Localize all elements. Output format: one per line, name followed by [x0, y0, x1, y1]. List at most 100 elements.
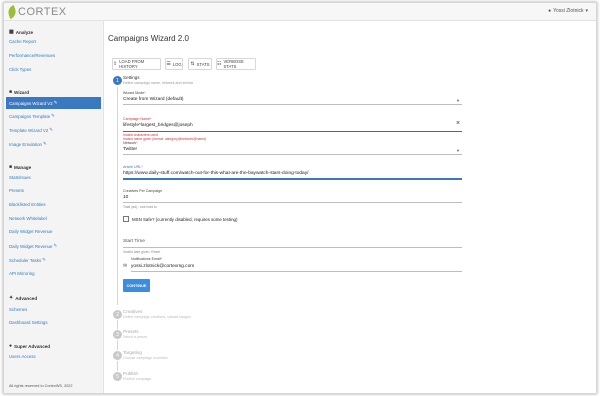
cortex-leaf-icon — [6, 4, 18, 20]
network-select[interactable]: Twitter — [123, 147, 137, 152]
chevron-down-icon: ▾ — [585, 8, 588, 14]
campaign-name-label: Campaign Name* — [123, 117, 152, 121]
article-url-input[interactable]: https://www.daily-stuff.com/watch-out-fo… — [123, 171, 308, 176]
sidebar-item-users-access[interactable]: Users Access — [9, 354, 36, 359]
sidebar-section-analyze: ▩ Analyze — [9, 29, 34, 35]
article-url-underline — [123, 178, 462, 180]
campaign-name-underline — [123, 131, 462, 132]
step-3-indicator[interactable]: 3 — [113, 330, 122, 339]
sidebar-item-schemes[interactable]: Schemes — [9, 307, 27, 312]
user-menu[interactable]: ● Yossi Zlotnick ▾ — [548, 8, 588, 14]
user-name: Yossi Zlotnick — [553, 8, 584, 14]
wizard-mode-select[interactable]: Create from Wizard (default) — [123, 97, 184, 102]
sidebar-item-image-emulation[interactable]: Image Emulation ✎ — [9, 141, 47, 147]
continue-button[interactable]: CONTINUE — [123, 279, 150, 292]
sidebar-item-campaigns-template[interactable]: Campaigns Template ✎ — [9, 113, 55, 119]
sidebar-item-api-mirroring[interactable]: API Mirroring — [9, 271, 35, 276]
sidebar-item-campaigns-wizard-v2[interactable]: Campaigns Wizard V2 ✎ — [6, 97, 101, 109]
chevron-down-icon[interactable]: ▼ — [456, 148, 460, 153]
sidebar-item-presets[interactable]: Presets — [9, 188, 24, 193]
step-5-title: Publish — [123, 371, 139, 376]
page-title: Campaigns Wizard 2.0 — [108, 34, 189, 43]
step-2-indicator[interactable]: 2 — [113, 310, 122, 319]
wizard-mode-label: Wizard Mode* — [123, 91, 146, 95]
wizard-mode-underline — [123, 104, 462, 105]
top-bar: CORTEX ● Yossi Zlotnick ▾ — [4, 3, 596, 21]
sidebar-item-blacklisted-entities[interactable]: Blacklisted Entities — [9, 202, 46, 207]
step-3-subtitle: Select a preset — [123, 335, 147, 339]
pencil-icon: ✎ — [49, 127, 54, 132]
briefcase-icon: ■ — [9, 164, 13, 170]
pencil-icon: ✎ — [42, 141, 47, 146]
chart-icon: ▩ — [9, 29, 14, 35]
sidebar-item-cache-report[interactable]: Cache Report — [9, 39, 36, 44]
step-2-subtitle: Define campaign creatives, upload images — [123, 315, 191, 319]
sidebar-section-manage: ■ Manage — [9, 164, 32, 170]
person-icon: ● — [9, 343, 13, 349]
upload-icon: ⇪ — [113, 61, 118, 67]
sidebar-item-click-types[interactable]: Click Types — [9, 67, 31, 72]
pencil-icon: ✎ — [53, 243, 58, 248]
sidebar-item-dashboard-settings[interactable]: Dashboard Settings — [9, 320, 48, 325]
notifications-email-label: Notifications Email* — [131, 257, 162, 261]
logo[interactable]: CORTEX — [6, 4, 67, 20]
creatives-per-campaign-input[interactable]: 10 — [123, 195, 128, 200]
creatives-underline — [123, 202, 462, 203]
wrench-icon: ✦ — [9, 295, 14, 301]
step-1-subtitle: Define campaign name, network and simila… — [123, 81, 193, 85]
stats-icon: ⇅ — [190, 61, 195, 67]
step-5-indicator[interactable]: 5 — [113, 372, 122, 381]
sidebar-item-daily-widget-revenue-edit[interactable]: Daily Widget Revenue ✎ — [9, 243, 57, 249]
sidebar-item-performance-revenues[interactable]: Performance/Revenues — [9, 53, 55, 58]
step-3-title: Presets — [123, 329, 139, 334]
start-time-input[interactable]: Start Time — [123, 239, 145, 244]
step-connector — [117, 361, 118, 371]
network-underline — [123, 154, 462, 155]
step-1-indicator[interactable]: 1 — [113, 76, 122, 85]
chevron-down-icon[interactable]: ▼ — [456, 98, 460, 103]
step-connector — [117, 340, 118, 350]
sidebar-item-template-wizard-v2[interactable]: Template Wizard V2 ✎ — [9, 127, 53, 133]
stats-button[interactable]: ⇅ STATS — [188, 58, 212, 70]
log-button[interactable]: ☰ LOG — [165, 58, 183, 70]
person-icon: ● — [548, 8, 552, 14]
load-from-history-button[interactable]: ⇪ LOAD FROM HISTORY — [112, 58, 161, 70]
sidebar-item-daily-widget-revenue[interactable]: Daily Widget Revenue — [9, 229, 52, 234]
clear-icon[interactable]: × — [456, 120, 460, 127]
wizard-icon: ■ — [9, 89, 13, 95]
step-4-title: Targeting — [123, 350, 142, 355]
start-time-help: Invalid date given. Reset — [123, 250, 161, 254]
step-4-subtitle: Choose campaign countries — [123, 356, 168, 360]
notifications-email-underline — [131, 271, 462, 272]
step-1-title: Settings — [123, 75, 140, 80]
sidebar-section-super-advanced: ● Super Advanced — [9, 343, 51, 349]
sidebar-item-stats-isues[interactable]: Stats/Isues — [9, 175, 31, 180]
app-window: CORTEX ● Yossi Zlotnick ▾ ▩ Analyze Cach… — [3, 2, 597, 394]
step-2-title: Creatives — [123, 309, 143, 314]
notifications-email-input[interactable]: yossi.zlotnick@cortexmg.com — [131, 264, 194, 269]
pencil-icon: ✎ — [42, 257, 46, 262]
sidebar-section-wizard: ■ Wizard — [9, 89, 30, 95]
campaign-name-input[interactable]: lifestyle*largest_bridges@joseph — [123, 123, 193, 128]
copyright: All rights reserved to CortexWS, 2022 — [9, 384, 73, 388]
sidebar-item-scheduler-tasks[interactable]: Scheduler Tasks ✎ — [9, 257, 46, 263]
sidebar: ▩ Analyze Cache Report Performance/Reven… — [4, 21, 104, 393]
network-label: Network* — [123, 141, 138, 145]
main-content: Campaigns Wizard 2.0 ⇪ LOAD FROM HISTORY… — [105, 21, 596, 393]
mail-icon: ✉ — [123, 263, 128, 269]
article-url-label: Article URL* — [123, 165, 143, 169]
verbose-stats-button[interactable]: ☷ VERBOSE STATS — [216, 58, 256, 70]
logo-text: CORTEX — [18, 6, 67, 18]
verbose-stats-icon: ☷ — [217, 61, 222, 67]
sidebar-item-network-whitelabel[interactable]: Network Whitelabel — [9, 216, 47, 221]
pencil-icon: ✎ — [51, 113, 55, 118]
creatives-per-campaign-label: Creatives Per Campaign — [123, 189, 163, 193]
step-4-indicator[interactable]: 4 — [113, 351, 122, 360]
sidebar-section-advanced: ✦ Advanced — [9, 295, 38, 301]
step-5-subtitle: Publish campaign — [123, 377, 152, 381]
msn-safe-checkbox[interactable] — [123, 216, 129, 222]
creatives-help: Total (ad) - use bold to — [123, 205, 157, 209]
start-time-underline — [123, 247, 462, 248]
step-connector — [117, 87, 118, 305]
msn-safe-label: MSN Safe? (currently disabled, requires … — [132, 217, 238, 222]
